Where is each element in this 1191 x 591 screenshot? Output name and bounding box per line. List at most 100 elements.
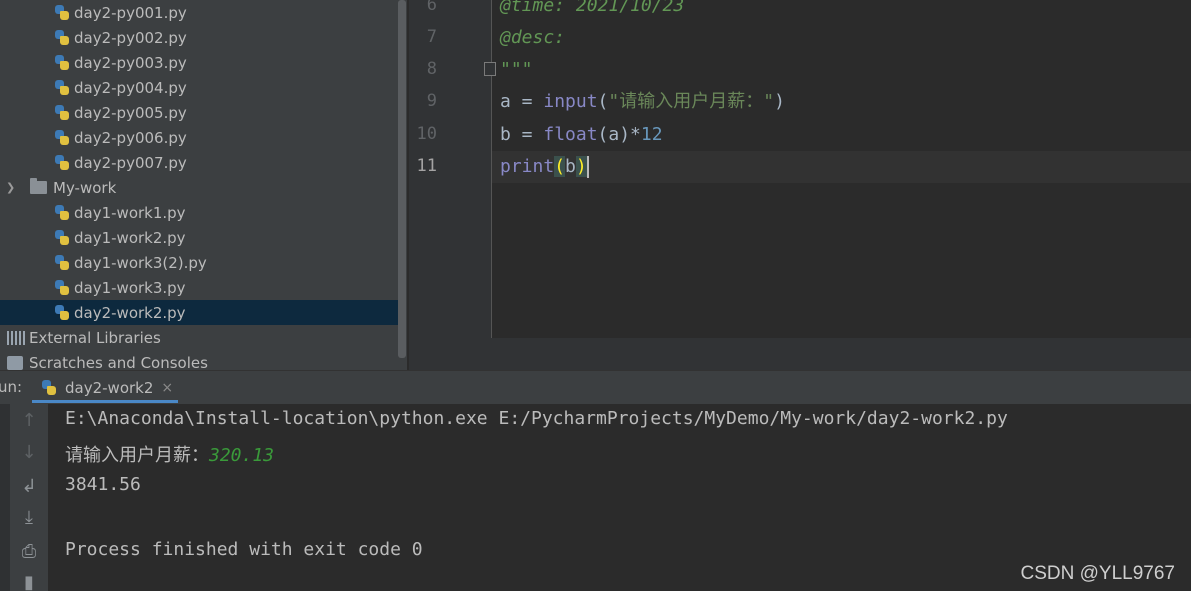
python-file-icon xyxy=(54,254,70,271)
code-var: b xyxy=(500,124,511,145)
tree-file[interactable]: day2-py001.py xyxy=(0,0,398,25)
trash-icon[interactable]: ▮ xyxy=(18,572,40,591)
code-string: "请输入用户月薪：" xyxy=(608,91,775,112)
file-label: day1-work1.py xyxy=(74,203,186,222)
project-scrollbar[interactable] xyxy=(398,0,406,358)
external-libraries-label: External Libraries xyxy=(29,328,161,347)
code-line-6: @time: 2021/10/23 xyxy=(500,0,685,16)
folder-icon xyxy=(30,178,47,194)
tree-external-libraries[interactable]: External Libraries xyxy=(0,325,398,350)
code-paren: ( xyxy=(597,91,609,112)
line-number: 6 xyxy=(426,0,437,15)
print-icon[interactable]: ⎙ xyxy=(18,541,40,563)
file-label: day2-py001.py xyxy=(74,3,187,22)
tree-file[interactable]: day1-work3(2).py xyxy=(0,250,398,275)
console-exit-message: Process finished with exit code 0 xyxy=(65,539,423,560)
code-number: 12 xyxy=(640,124,663,145)
scroll-to-end-icon[interactable]: ⤓ xyxy=(18,507,40,529)
python-file-icon xyxy=(54,104,70,121)
code-paren-matched: ) xyxy=(575,156,587,177)
file-label: day1-work3.py xyxy=(74,278,186,297)
python-file-icon xyxy=(54,4,70,21)
console-input-line: 请输入用户月薪：320.13 xyxy=(65,441,274,467)
code-line-8: """ xyxy=(500,59,533,80)
editor-bottom-bar xyxy=(409,338,1191,370)
tree-file[interactable]: day1-work1.py xyxy=(0,200,398,225)
console-user-input: 320.13 xyxy=(209,445,275,466)
run-toolbar-strip xyxy=(0,404,10,591)
project-tree: day2-py001.py day2-py002.py day2-py003.p… xyxy=(0,0,407,370)
code-editor[interactable]: 6 7 8 9 10 11 @time: 2021/10/23 @desc: "… xyxy=(409,0,1191,370)
current-line-highlight xyxy=(492,151,1191,183)
code-line-9: a = input("请输入用户月薪：") xyxy=(500,86,785,118)
text-caret xyxy=(586,156,589,178)
file-label: day2-py007.py xyxy=(74,153,187,172)
code-paren: ) xyxy=(774,91,785,112)
file-label: day2-work2.py xyxy=(74,303,186,322)
scratches-icon xyxy=(7,355,23,370)
code-builtin: print xyxy=(500,156,555,177)
code-arg: b xyxy=(565,156,576,177)
watermark: CSDN @YLL9767 xyxy=(1020,563,1175,584)
code-operator: = xyxy=(510,124,544,145)
tree-file[interactable]: day1-work3.py xyxy=(0,275,398,300)
file-label: day2-py006.py xyxy=(74,128,187,147)
run-tool-header: un: day2-work2 × xyxy=(0,370,1191,405)
tree-file[interactable]: day2-py004.py xyxy=(0,75,398,100)
tree-file-selected[interactable]: day2-work2.py xyxy=(0,300,398,325)
python-file-icon xyxy=(54,79,70,96)
line-number: 9 xyxy=(426,91,437,111)
python-file-icon xyxy=(54,229,70,246)
close-icon[interactable]: × xyxy=(161,380,173,396)
console-command: E:\Anaconda\Install-location\python.exe … xyxy=(65,408,1008,429)
python-file-icon xyxy=(54,129,70,146)
down-arrow-icon[interactable]: ↓ xyxy=(18,442,40,464)
code-line-7: @desc: xyxy=(500,27,566,48)
ide-window: day2-py001.py day2-py002.py day2-py003.p… xyxy=(0,0,1191,591)
python-file-icon xyxy=(54,304,70,321)
code-line-10: b = float(a)*12 xyxy=(500,119,663,151)
file-label: day2-py002.py xyxy=(74,28,187,47)
file-label: day2-py003.py xyxy=(74,53,187,72)
code-paren-matched: ( xyxy=(554,156,566,177)
code-var: a xyxy=(500,91,511,112)
folder-label: My-work xyxy=(53,178,117,197)
code-line-11: print(b) xyxy=(500,151,589,183)
run-label: un: xyxy=(0,378,23,396)
file-label: day2-py005.py xyxy=(74,103,187,122)
tree-file[interactable]: day2-py006.py xyxy=(0,125,398,150)
code-operator: = xyxy=(510,91,544,112)
console-prompt: 请输入用户月薪： xyxy=(65,445,209,466)
tree-file[interactable]: day2-py003.py xyxy=(0,50,398,75)
tree-scratches[interactable]: Scratches and Consoles xyxy=(0,350,398,370)
tree-file[interactable]: day2-py005.py xyxy=(0,100,398,125)
up-arrow-icon[interactable]: ↑ xyxy=(18,410,40,432)
tree-folder-my-work[interactable]: ❯ My-work xyxy=(0,175,398,200)
soft-wrap-icon[interactable]: ↲ xyxy=(18,476,40,498)
line-number: 10 xyxy=(416,124,437,144)
code-builtin: float xyxy=(543,124,598,145)
fold-marker-icon[interactable] xyxy=(484,62,496,76)
line-number-current: 11 xyxy=(416,156,437,176)
code-args: (a)* xyxy=(597,124,641,145)
file-label: day1-work2.py xyxy=(74,228,186,247)
tree-file[interactable]: day1-work2.py xyxy=(0,225,398,250)
line-number: 8 xyxy=(426,59,437,79)
tree-file[interactable]: day2-py007.py xyxy=(0,150,398,175)
chevron-down-icon[interactable]: ❯ xyxy=(6,181,20,194)
run-tab-active-indicator xyxy=(32,400,178,403)
line-number: 7 xyxy=(426,27,437,47)
python-file-icon xyxy=(54,29,70,46)
python-file-icon xyxy=(54,154,70,171)
file-label: day1-work3(2).py xyxy=(74,253,207,272)
python-file-icon xyxy=(54,204,70,221)
code-builtin: input xyxy=(543,91,598,112)
tree-file[interactable]: day2-py002.py xyxy=(0,25,398,50)
run-tab-label: day2-work2 xyxy=(65,378,154,397)
library-icon xyxy=(7,330,25,345)
run-console[interactable]: E:\Anaconda\Install-location\python.exe … xyxy=(48,404,1191,591)
scratches-label: Scratches and Consoles xyxy=(29,353,208,371)
console-result: 3841.56 xyxy=(65,474,141,495)
file-label: day2-py004.py xyxy=(74,78,187,97)
python-file-icon xyxy=(54,54,70,71)
